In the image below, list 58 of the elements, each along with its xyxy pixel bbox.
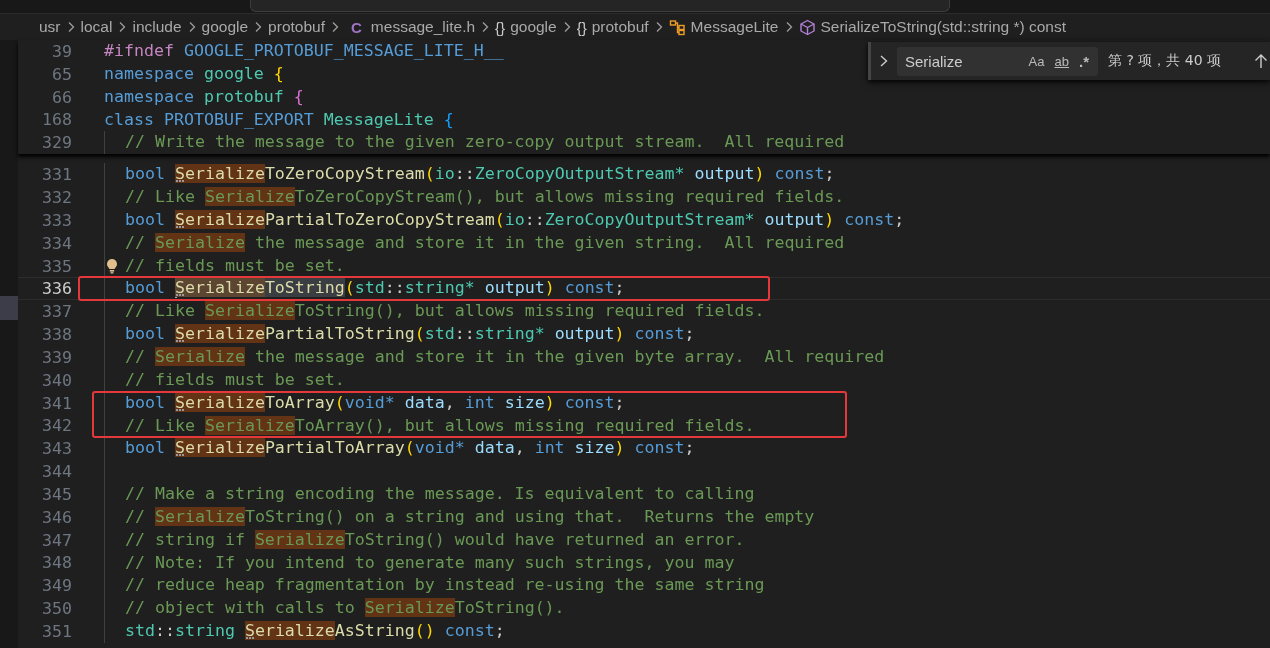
- line-number: 344: [41, 462, 72, 482]
- breadcrumb-item[interactable]: local: [80, 18, 113, 36]
- match-count: 第 ? 项，共 40 项: [1108, 52, 1222, 70]
- line-number: 345: [41, 484, 72, 504]
- chevron-icon: [480, 21, 491, 33]
- panel-edge-highlight: [0, 296, 18, 320]
- breadcrumb-item[interactable]: usr: [39, 18, 61, 36]
- line-number: 351: [41, 622, 72, 641]
- line-number: 343: [41, 439, 72, 459]
- lightbulb-icon[interactable]: [106, 257, 118, 274]
- arrow-up-icon[interactable]: [1254, 53, 1268, 69]
- line-number: 168: [41, 110, 72, 130]
- line-number: 333: [41, 210, 72, 230]
- breadcrumb-item[interactable]: message_lite.h: [370, 18, 476, 36]
- find-input[interactable]: Serialize Aa ab .*: [897, 46, 1098, 76]
- line-number: 39: [51, 41, 72, 61]
- breadcrumb-item[interactable]: protobuf: [268, 18, 325, 36]
- breadcrumb-item[interactable]: include: [132, 18, 182, 36]
- line-number: 331: [41, 165, 72, 185]
- line-number: 342: [41, 416, 72, 436]
- line-number: 350: [41, 599, 72, 619]
- namespace-icon: {}: [495, 18, 506, 36]
- breadcrumb-item[interactable]: google: [510, 18, 557, 36]
- chevron-icon: [253, 21, 264, 33]
- class-icon: [668, 18, 686, 36]
- line-number: 337: [41, 302, 72, 322]
- c-file-icon: C: [351, 18, 362, 36]
- match-case-toggle[interactable]: Aa: [1025, 51, 1048, 71]
- whole-word-toggle[interactable]: ab: [1051, 51, 1072, 71]
- code-line: namespace protobuf {: [104, 85, 304, 108]
- breadcrumb-item[interactable]: MessageLite: [690, 18, 779, 36]
- line-number: 335: [41, 256, 72, 276]
- line-number: 332: [41, 188, 72, 207]
- chevron-icon: [330, 21, 340, 33]
- code-line: class PROTOBUF_EXPORT MessageLite {: [104, 108, 454, 131]
- regex-toggle[interactable]: .*: [1076, 50, 1092, 72]
- breadcrumb-item[interactable]: SerializeToString(std::string *) const: [820, 18, 1066, 36]
- line-number: 329: [41, 133, 72, 153]
- namespace-icon: {}: [576, 18, 587, 36]
- breadcrumb-item[interactable]: protobuf: [591, 18, 649, 36]
- line-number: 340: [41, 370, 72, 390]
- code-line: namespace google {: [104, 62, 284, 85]
- line-number: 334: [41, 233, 72, 253]
- chevron-icon: [117, 21, 128, 33]
- cube-icon: [798, 18, 816, 36]
- line-number: 346: [41, 507, 72, 527]
- line-number: 336: [41, 279, 72, 299]
- line-number: 347: [41, 530, 72, 550]
- line-number: 65: [51, 64, 72, 84]
- line-number: 348: [41, 553, 72, 573]
- line-number: 338: [41, 325, 72, 345]
- code-line: #ifndef GOOGLE_PROTOBUF_MESSAGE_LITE_H__: [104, 40, 504, 62]
- line-number: 349: [41, 576, 72, 596]
- line-number: 341: [41, 393, 72, 413]
- line-number: 339: [41, 347, 72, 367]
- line-number: 66: [51, 87, 72, 107]
- breadcrumb-item[interactable]: google: [201, 18, 249, 36]
- title-bar-search-field[interactable]: [250, 0, 950, 12]
